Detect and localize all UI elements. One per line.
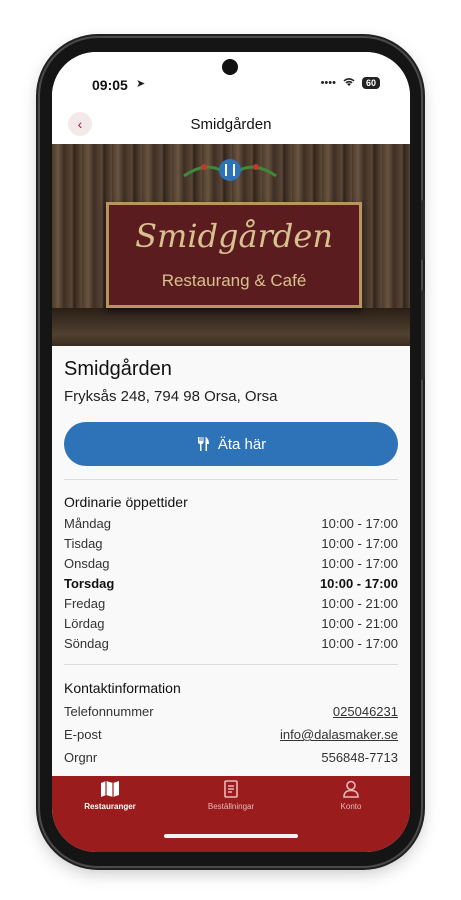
contact-label: E-post: [64, 727, 102, 742]
status-time: 09:05: [92, 77, 128, 93]
day-label: Onsdag: [64, 556, 110, 571]
divider: [64, 664, 398, 665]
hours-row: Söndag 10:00 - 17:00: [64, 636, 398, 651]
orgnr-value: 556848-7713: [321, 750, 398, 765]
email-link[interactable]: info@dalasmaker.se: [280, 727, 398, 742]
cutlery-logo-icon: [183, 159, 277, 181]
restaurant-address: Fryksås 248, 794 98 Orsa, Orsa: [64, 388, 278, 405]
status-icons: •••• 60: [321, 76, 380, 90]
restaurant-details: Smidgården Fryksås 248, 794 98 Orsa, Ors…: [52, 346, 410, 776]
volume-button: [421, 200, 425, 260]
day-label: Måndag: [64, 516, 111, 531]
cutlery-icon: [197, 437, 209, 451]
day-hours: 10:00 - 21:00: [321, 616, 398, 631]
status-bar: 09:05 ➤ •••• 60: [52, 52, 410, 108]
day-label: Tisdag: [64, 536, 103, 551]
day-hours: 10:00 - 17:00: [321, 636, 398, 651]
phone-link[interactable]: 025046231: [333, 704, 398, 719]
map-icon: [101, 781, 119, 797]
day-label: Lördag: [64, 616, 105, 631]
tab-restauranger[interactable]: Restauranger: [60, 780, 160, 811]
day-label: Söndag: [64, 636, 109, 651]
opening-hours-title: Ordinarie öppettider: [64, 494, 188, 510]
day-hours: 10:00 - 21:00: [321, 596, 398, 611]
sign-title: Smidgården: [135, 217, 333, 255]
day-hours: 10:00 - 17:00: [319, 576, 398, 591]
eat-here-label: Äta här: [217, 435, 267, 453]
bottom-tab-bar: Restauranger Beställningar Konto: [52, 776, 410, 852]
contact-row-orgnr: Orgnr 556848-7713: [64, 750, 398, 765]
power-button: [421, 290, 425, 380]
front-camera: [222, 59, 238, 75]
signal-icon: ••••: [320, 77, 336, 89]
tab-label: Restauranger: [84, 802, 136, 811]
day-label: Fredag: [64, 596, 106, 611]
wifi-icon: [342, 76, 356, 90]
receipt-icon: [224, 780, 238, 798]
page-title: Smidgården: [190, 116, 272, 133]
restaurant-name: Smidgården: [64, 358, 172, 380]
day-label: Torsdag: [64, 576, 115, 591]
hours-row: Måndag 10:00 - 17:00: [64, 516, 398, 531]
contact-label: Orgnr: [64, 750, 98, 765]
day-hours: 10:00 - 17:00: [321, 536, 398, 551]
tab-label: Beställningar: [207, 802, 255, 811]
home-indicator[interactable]: [164, 834, 298, 838]
restaurant-sign: Smidgården Restaurang & Café: [106, 202, 362, 308]
hours-row: Onsdag 10:00 - 17:00: [64, 556, 398, 571]
tab-bestallningar[interactable]: Beställningar: [181, 780, 281, 811]
battery-icon: 60: [361, 77, 380, 89]
hours-row-today: Torsdag 10:00 - 17:00: [64, 576, 398, 591]
hero-floor: [52, 308, 410, 346]
eat-here-button[interactable]: Äta här: [64, 422, 398, 466]
restaurant-hero-image: Smidgården Restaurang & Café: [52, 144, 410, 346]
contact-title: Kontaktinformation: [64, 680, 181, 696]
contact-row-phone: Telefonnummer 025046231: [64, 704, 398, 719]
hours-row: Tisdag 10:00 - 17:00: [64, 536, 398, 551]
app-screen: 09:05 ➤ •••• 60 ‹ Smidgården Smidgården: [52, 52, 410, 852]
nav-bar: ‹ Smidgården: [52, 108, 410, 144]
day-hours: 10:00 - 17:00: [321, 516, 398, 531]
user-icon: [343, 780, 359, 798]
hours-row: Lördag 10:00 - 21:00: [64, 616, 398, 631]
location-arrow-icon: ➤: [136, 78, 146, 90]
contact-row-email: E-post info@dalasmaker.se: [64, 727, 398, 742]
sign-subtitle: Restaurang & Café: [161, 271, 307, 290]
divider: [64, 479, 398, 480]
contact-label: Telefonnummer: [64, 704, 154, 719]
day-hours: 10:00 - 17:00: [321, 556, 398, 571]
tab-label: Konto: [340, 802, 362, 811]
tab-konto[interactable]: Konto: [301, 780, 401, 811]
hours-row: Fredag 10:00 - 21:00: [64, 596, 398, 611]
